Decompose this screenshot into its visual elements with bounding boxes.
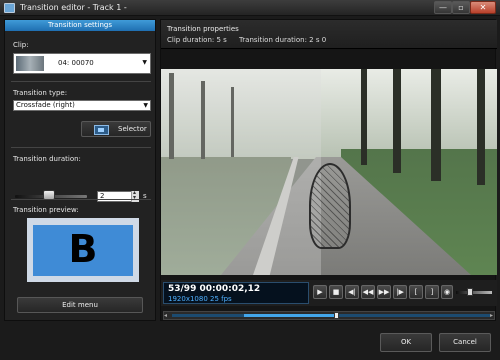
timecode-display: 53/99 00:00:02,12 1920x1080 25 fps <box>163 282 309 304</box>
properties-title: Transition properties <box>167 25 239 33</box>
minimize-button[interactable]: — <box>434 1 452 14</box>
timeline-transition-region <box>244 314 334 317</box>
timeline-playhead[interactable] <box>334 312 339 319</box>
video-tree <box>361 69 367 165</box>
transition-duration-label: Transition duration: <box>13 155 81 163</box>
transition-type-select[interactable]: Crossfade (right) ▼ <box>13 100 151 111</box>
close-button[interactable]: ✕ <box>470 1 496 14</box>
properties-header: Transition properties Clip duration: 5 s… <box>161 20 497 49</box>
mark-in-button[interactable]: [ <box>409 285 423 299</box>
next-frame-button[interactable]: |▶ <box>393 285 407 299</box>
cancel-button[interactable]: Cancel <box>439 333 491 352</box>
properties-info: Clip duration: 5 s Transition duration: … <box>167 36 336 44</box>
edit-menu-button[interactable]: Edit menu <box>17 297 143 313</box>
divider <box>11 199 151 200</box>
selector-label: Selector <box>118 125 147 133</box>
clip-label: Clip: <box>13 41 29 49</box>
chevron-down-icon: ▼ <box>142 59 147 66</box>
transition-settings-panel: Transition settings Clip: 04: 00070 ▼ Tr… <box>4 19 156 321</box>
timeline-start-cap: ◂ <box>164 312 168 319</box>
clip-thumbnail <box>16 56 44 71</box>
ok-button[interactable]: OK <box>380 333 432 352</box>
preview-letter: B <box>68 227 98 271</box>
volume-icon[interactable]: ◉ <box>441 285 453 299</box>
panel-header: Transition settings <box>5 20 155 31</box>
stop-button[interactable]: ■ <box>329 285 343 299</box>
volume-thumb[interactable] <box>467 288 473 296</box>
clip-value: 04: 00070 <box>58 59 94 67</box>
window-title: Transition editor - Track 1 - <box>20 3 127 12</box>
timeline-scrubber[interactable]: ◂ ▸ <box>163 311 495 320</box>
video-transition-overlay <box>161 69 321 275</box>
clip-dropdown[interactable]: 04: 00070 ▼ <box>13 53 151 74</box>
transition-type-value: Crossfade (right) <box>16 101 75 109</box>
chevron-down-icon: ▼ <box>143 102 148 109</box>
mark-out-button[interactable]: ] <box>425 285 439 299</box>
volume-slider[interactable] <box>456 291 492 294</box>
play-button[interactable]: ▶ <box>313 285 327 299</box>
video-tree <box>431 69 441 181</box>
rewind-button[interactable]: ◀◀ <box>361 285 375 299</box>
title-bar: Transition editor - Track 1 - — ▫ ✕ <box>0 0 500 16</box>
divider <box>11 147 151 148</box>
timecode: 53/99 00:00:02,12 <box>168 284 261 294</box>
selector-button[interactable]: Selector <box>81 121 151 137</box>
selector-icon <box>94 125 109 135</box>
maximize-button[interactable]: ▫ <box>452 1 470 14</box>
app-icon <box>4 3 15 13</box>
preview-image: B <box>33 225 133 276</box>
video-tree <box>477 69 485 185</box>
video-tree <box>393 69 401 173</box>
transport-bar: 53/99 00:00:02,12 1920x1080 25 fps ▶ ■ ◀… <box>161 280 497 306</box>
clip-duration: Clip duration: 5 s <box>167 36 227 44</box>
fast-forward-button[interactable]: ▶▶ <box>377 285 391 299</box>
video-preview <box>161 69 497 275</box>
video-format: 1920x1080 25 fps <box>168 295 232 303</box>
transition-type-label: Transition type: <box>13 89 68 97</box>
video-sculpture <box>309 163 351 249</box>
transition-preview-label: Transition preview: <box>13 206 79 214</box>
divider <box>11 81 151 82</box>
timeline-end-cap: ▸ <box>490 312 494 319</box>
transition-duration: Transition duration: 2 s 0 <box>239 36 327 44</box>
transition-preview: B <box>27 218 139 282</box>
duration-spinner[interactable] <box>131 189 139 202</box>
prev-frame-button[interactable]: ◀| <box>345 285 359 299</box>
transition-properties-panel: Transition properties Clip duration: 5 s… <box>160 19 497 321</box>
